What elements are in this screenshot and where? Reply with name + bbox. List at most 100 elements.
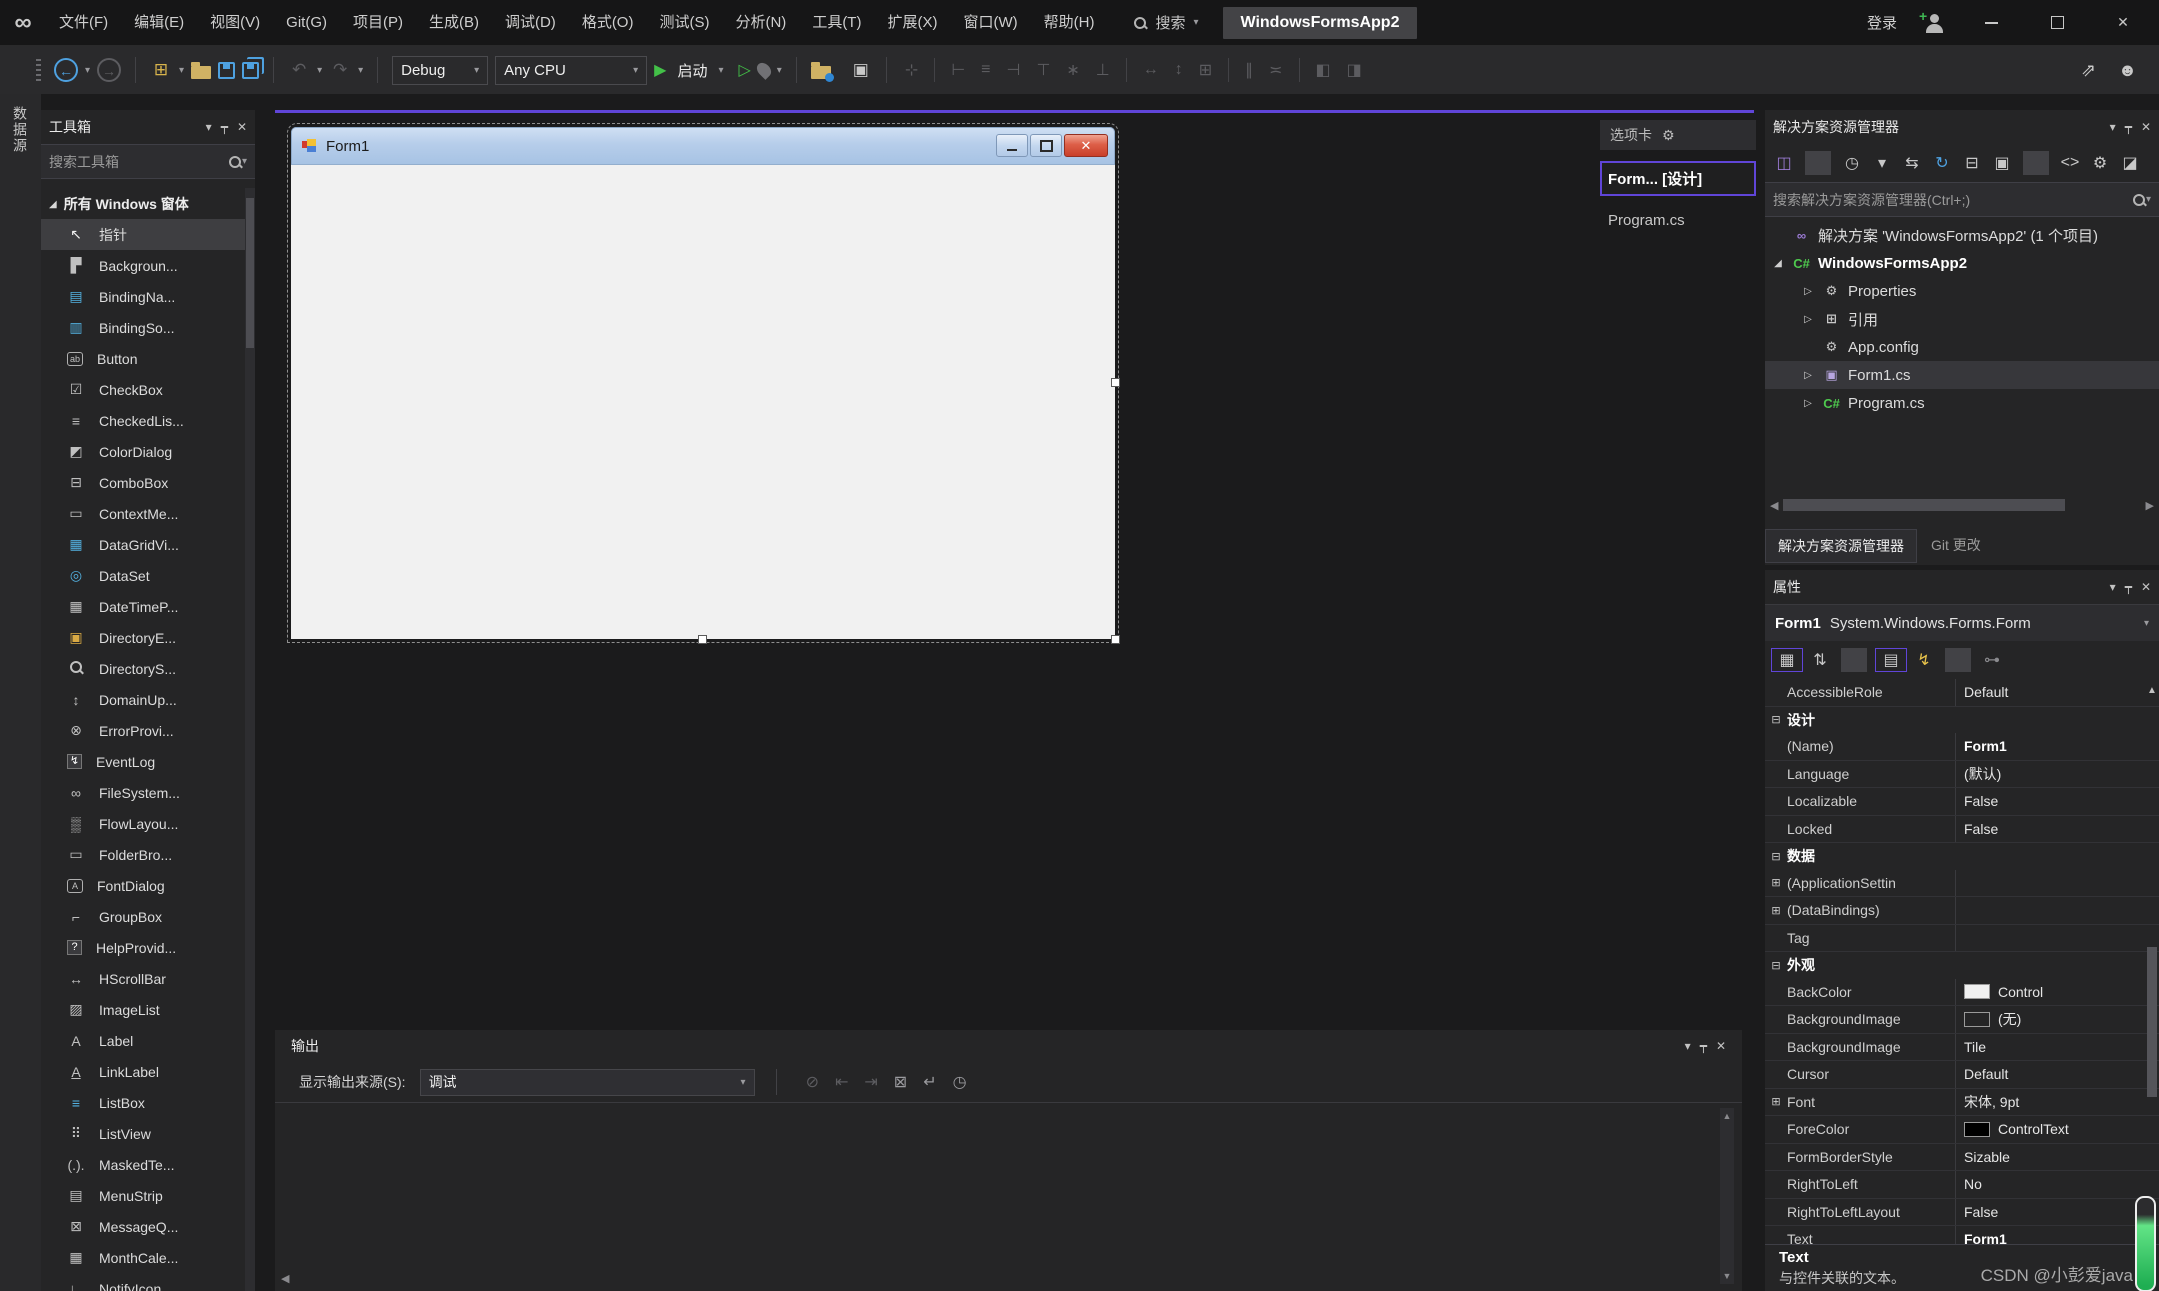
navigate-forward-icon[interactable]: → (97, 58, 122, 82)
property-row[interactable]: ⊟ 数据 (1765, 843, 2159, 870)
restore-button[interactable] (2037, 0, 2077, 45)
toolbox-item[interactable]: ▥ BindingSo... (41, 312, 255, 343)
menu-item[interactable]: 项目(P) (340, 1, 416, 45)
events-icon[interactable]: ↯ (1911, 650, 1937, 670)
menu-item[interactable]: 调试(D) (492, 1, 569, 45)
expand-collapse-icon[interactable] (1765, 679, 1787, 706)
share-icon[interactable]: ⇗ (2081, 60, 2096, 81)
expander-icon[interactable]: ▷ (1801, 314, 1815, 325)
form-design-surface[interactable]: Form1 ✕ (287, 123, 1120, 644)
toolbox-menu-icon[interactable]: ▾ (206, 120, 212, 134)
show-all-files-icon[interactable]: ▣ (1989, 153, 2015, 173)
menu-item[interactable]: 分析(N) (722, 1, 799, 45)
menu-item[interactable]: Git(G) (273, 1, 340, 45)
align-centers-icon[interactable]: ≡ (981, 61, 990, 79)
save-all-icon[interactable] (242, 61, 260, 79)
same-width-icon[interactable]: ↔ (1143, 61, 1159, 79)
property-value[interactable] (1956, 897, 2159, 924)
switch-views-icon[interactable]: ◫ (1771, 153, 1797, 173)
send-feedback-icon[interactable]: ☻ (2118, 60, 2137, 81)
document-tab[interactable]: Program.cs (1600, 207, 1756, 234)
toolbox-item[interactable]: ○ DirectoryS... (41, 653, 255, 684)
property-value[interactable]: Default (1956, 1061, 2159, 1088)
minimize-button[interactable] (1971, 0, 2011, 45)
expand-collapse-icon[interactable] (1765, 1061, 1787, 1088)
separator[interactable] (1805, 151, 1831, 175)
scrollbar-thumb[interactable] (2147, 947, 2157, 1097)
property-value[interactable]: False (1956, 788, 2159, 815)
toolbox-search-input[interactable]: 搜索工具箱 ▾ (41, 144, 255, 179)
toolbox-item[interactable]: ▤ BindingNa... (41, 281, 255, 312)
toolbox-item[interactable]: ⊠ MessageQ... (41, 1211, 255, 1242)
toolbox-item[interactable]: ▦ MonthCale... (41, 1242, 255, 1273)
toolbar-grip[interactable] (36, 59, 41, 81)
property-row[interactable]: BackColor Control (1765, 978, 2159, 1006)
tree-item[interactable]: ⚙ App.config (1765, 333, 2159, 361)
toolbox-item[interactable]: A Label (41, 1025, 255, 1056)
hot-reload-dropdown-icon[interactable]: ▾ (777, 65, 782, 76)
property-row[interactable]: Cursor Default (1765, 1061, 2159, 1089)
expand-collapse-icon[interactable]: ⊟ (1765, 707, 1787, 734)
tree-item[interactable]: ▷ ⊞ 引用 (1765, 305, 2159, 333)
toolbox-item[interactable]: A FontDialog (41, 870, 255, 901)
tree-item[interactable]: ▷ ⚙ Properties (1765, 277, 2159, 305)
output-pin-icon[interactable]: ┯ (1700, 1039, 1707, 1053)
tree-item[interactable]: ∞ 解决方案 'WindowsFormsApp2' (1 个项目) (1765, 221, 2159, 249)
navigate-back-icon[interactable]: ← (54, 58, 78, 82)
expander-icon[interactable]: ◢ (1771, 258, 1785, 269)
expand-collapse-icon[interactable]: ⊞ (1765, 897, 1787, 924)
open-file-icon[interactable] (191, 61, 212, 79)
pending-changes-filter-icon[interactable]: ◷ (1839, 153, 1865, 173)
property-row[interactable]: ⊞ (DataBindings) (1765, 897, 2159, 925)
property-value[interactable]: Default (1956, 679, 2159, 706)
property-value[interactable]: Control (1956, 979, 2159, 1006)
menu-item[interactable]: 生成(B) (416, 1, 492, 45)
property-row[interactable]: (Name) Form1 (1765, 733, 2159, 761)
toolbox-item[interactable]: ≡ CheckedLis... (41, 405, 255, 436)
toolbox-item[interactable]: ▨ ImageList (41, 994, 255, 1025)
output-scroll-left-icon[interactable]: ◀ (281, 1272, 289, 1285)
expand-collapse-icon[interactable] (1765, 1144, 1787, 1171)
word-wrap-icon[interactable]: ↵ (923, 1072, 936, 1092)
align-lefts-icon[interactable]: ⊢ (951, 60, 965, 80)
toolbox-item[interactable]: ? HelpProvid... (41, 932, 255, 963)
menu-item[interactable]: 工具(T) (799, 1, 874, 45)
selected-object-dropdown[interactable]: Form1 System.Windows.Forms.Form ▾ (1765, 604, 2159, 641)
bring-to-front-icon[interactable]: ◧ (1316, 60, 1331, 80)
refresh-icon[interactable]: ↻ (1929, 153, 1955, 173)
align-rights-icon[interactable]: ⊣ (1007, 60, 1021, 80)
toolbox-item[interactable]: ▭ ContextMe... (41, 498, 255, 529)
solution-explorer-pin-icon[interactable]: ┯ (2125, 120, 2132, 134)
toolbox-item[interactable]: ↕ DomainUp... (41, 684, 255, 715)
toolbox-item[interactable]: A LinkLabel (41, 1056, 255, 1087)
expander-icon[interactable]: ▷ (1801, 286, 1815, 297)
property-row[interactable]: BackgroundImage (无) (1765, 1006, 2159, 1034)
align-middles-icon[interactable]: ∗ (1066, 60, 1079, 80)
properties-view-icon[interactable]: ▤ (1875, 648, 1907, 672)
output-vertical-scrollbar[interactable]: ▲ ▼ (1720, 1108, 1734, 1284)
toolbox-item[interactable]: ↯ EventLog (41, 746, 255, 777)
solution-explorer-search-input[interactable]: 搜索解决方案资源管理器(Ctrl+;) ▾ (1765, 182, 2159, 217)
separator[interactable] (934, 58, 936, 82)
toolbox-item[interactable]: ▭ FolderBro... (41, 839, 255, 870)
resize-handle-south[interactable] (698, 635, 707, 644)
menu-item[interactable]: 窗口(W) (950, 1, 1030, 45)
property-grid-scrollbar[interactable]: ▲ ▼ (2145, 679, 2159, 1254)
expand-collapse-icon[interactable] (1765, 816, 1787, 843)
goto-next-message-icon[interactable]: ⇥ (864, 1072, 877, 1092)
property-value[interactable]: (无) (1956, 1006, 2159, 1033)
close-button[interactable]: ✕ (2103, 0, 2143, 45)
toolbox-item[interactable]: ≡ ListBox (41, 1087, 255, 1118)
hot-reload-icon[interactable] (753, 60, 774, 80)
toolbox-item[interactable]: ⊟ ComboBox (41, 467, 255, 498)
expand-collapse-icon[interactable] (1765, 1199, 1787, 1226)
separator[interactable] (1228, 58, 1230, 82)
start-button-label[interactable]: 启动 (677, 60, 707, 81)
toolbox-item[interactable]: ∟ NotifyIcon (41, 1273, 255, 1291)
same-size-icon[interactable]: ⊞ (1199, 60, 1212, 80)
save-icon[interactable] (218, 61, 236, 79)
property-value[interactable]: Tile (1956, 1034, 2159, 1061)
toolbox-item[interactable]: ◩ ColorDialog (41, 436, 255, 467)
toolbox-item[interactable]: ⊗ ErrorProvi... (41, 715, 255, 746)
separator[interactable] (1125, 58, 1127, 82)
